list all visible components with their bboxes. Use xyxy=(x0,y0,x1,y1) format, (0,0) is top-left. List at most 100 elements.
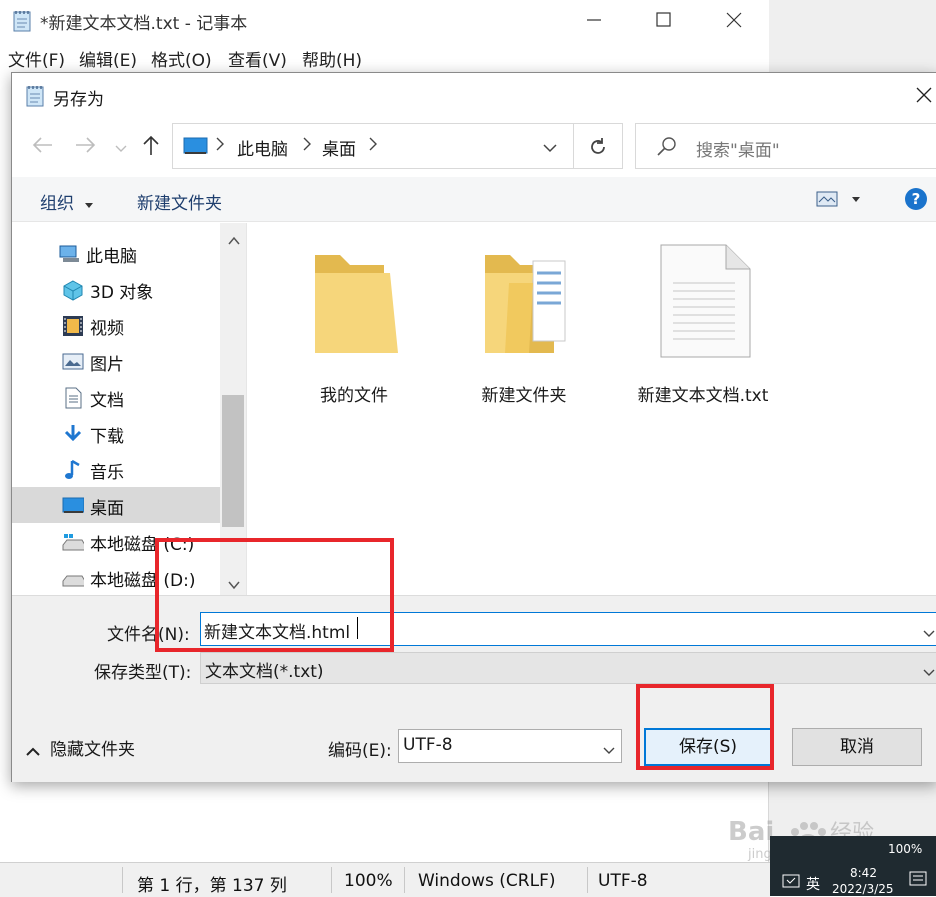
computer-icon xyxy=(59,245,79,262)
nav-this-pc[interactable]: 此电脑 xyxy=(44,237,240,271)
breadcrumb-separator-icon xyxy=(302,136,312,157)
status-divider xyxy=(404,867,405,893)
taskbar: 英 8:42 2022/3/25 100% xyxy=(770,836,936,896)
status-divider xyxy=(587,867,588,893)
picture-icon xyxy=(62,353,84,370)
status-cursor-position: 第 1 行，第 137 列 xyxy=(137,876,287,896)
file-item-my-files[interactable]: 我的文件 xyxy=(288,243,438,413)
desktop-icon xyxy=(183,137,208,154)
nav-music[interactable]: 音乐 xyxy=(48,453,244,487)
nav-scrollbar-thumb[interactable] xyxy=(222,395,244,527)
hide-folders-label: 隐藏文件夹 xyxy=(50,740,135,760)
file-item-label: 新建文本文档.txt xyxy=(637,386,769,406)
breadcrumb-separator-icon xyxy=(215,136,225,157)
organize-label: 组织 xyxy=(40,194,74,214)
search-input[interactable]: 搜索"桌面" xyxy=(635,123,936,169)
up-arrow-icon[interactable] xyxy=(140,133,162,162)
menu-view[interactable]: 查看(V) xyxy=(228,46,287,71)
action-center-icon[interactable] xyxy=(782,874,800,895)
refresh-button[interactable] xyxy=(573,123,623,169)
download-icon xyxy=(64,425,82,442)
forward-arrow-icon[interactable] xyxy=(74,135,98,160)
notepad-status-bar: 第 1 行，第 137 列 100% Windows (CRLF) UTF-8 xyxy=(0,862,770,897)
music-note-icon xyxy=(65,459,80,479)
new-folder-button[interactable]: 新建文件夹 xyxy=(137,189,222,214)
status-encoding: UTF-8 xyxy=(598,871,648,891)
nav-downloads[interactable]: 下载 xyxy=(48,417,244,451)
nav-pictures[interactable]: 图片 xyxy=(48,345,244,379)
menu-help[interactable]: 帮助(H) xyxy=(302,46,362,71)
nav-documents[interactable]: 文档 xyxy=(48,381,244,415)
status-line-ending: Windows (CRLF) xyxy=(418,871,556,891)
save-as-dialog: 另存为 此电脑 桌面 搜索"桌面" 组织 新建文件夹 ? 此电脑 3D 对象 视… xyxy=(11,72,936,782)
nav-label: 此电脑 xyxy=(86,247,137,267)
film-icon xyxy=(63,316,83,336)
address-row: 此电脑 桌面 搜索"桌面" xyxy=(12,117,936,175)
notepad-titlebar: *新建文本文档.txt - 记事本 xyxy=(0,0,768,40)
svg-text:Bai: Bai xyxy=(728,817,774,847)
encoding-value: UTF-8 xyxy=(403,735,453,755)
file-item-new-folder[interactable]: 新建文件夹 xyxy=(458,243,608,413)
scroll-up-chevron-icon[interactable] xyxy=(228,231,240,251)
filetype-select[interactable]: 文本文档(*.txt) xyxy=(200,652,936,684)
dialog-title: 另存为 xyxy=(53,90,104,110)
notification-icon[interactable] xyxy=(908,870,928,893)
svg-text:?: ? xyxy=(912,190,921,208)
search-placeholder: 搜索"桌面" xyxy=(696,141,780,161)
status-divider xyxy=(331,867,332,893)
filename-dropdown-chevron-icon[interactable] xyxy=(923,624,935,644)
filename-highlight-box xyxy=(155,538,394,652)
address-dropdown-chevron-icon[interactable] xyxy=(542,140,558,160)
minimize-icon[interactable] xyxy=(582,8,606,32)
nav-videos[interactable]: 视频 xyxy=(48,309,244,343)
dialog-close-icon[interactable] xyxy=(912,83,936,107)
filetype-label: 保存类型(T): xyxy=(94,663,192,683)
help-icon[interactable]: ? xyxy=(904,187,928,216)
hide-folders-toggle[interactable]: 隐藏文件夹 xyxy=(26,740,135,762)
encoding-dropdown-chevron-icon[interactable] xyxy=(603,741,615,761)
drive-icon xyxy=(62,575,84,587)
view-options-icon[interactable] xyxy=(816,191,860,212)
menu-edit[interactable]: 编辑(E) xyxy=(79,46,137,71)
close-icon[interactable] xyxy=(722,8,746,32)
folder-with-documents-icon xyxy=(485,255,566,353)
maximize-icon[interactable] xyxy=(652,8,676,32)
notepad-menubar: 文件(F) 编辑(E) 格式(O) 查看(V) 帮助(H) xyxy=(0,40,768,72)
menu-file[interactable]: 文件(F) xyxy=(8,46,65,71)
cube-icon xyxy=(63,280,83,301)
breadcrumb-desktop[interactable]: 桌面 xyxy=(322,135,356,160)
nav-label: 视频 xyxy=(90,319,124,339)
save-options-area: 文件名(N): 新建文本文档.html 保存类型(T): 文本文档(*.txt)… xyxy=(12,595,936,782)
folder-icon xyxy=(315,255,398,353)
system-drive-icon xyxy=(62,534,84,551)
ime-indicator[interactable]: 英 xyxy=(806,874,820,894)
save-button-highlight-box xyxy=(636,684,774,770)
nav-label: 图片 xyxy=(90,355,124,375)
recent-locations-chevron-icon[interactable] xyxy=(115,139,127,159)
nav-desktop[interactable]: 桌面 xyxy=(48,489,244,523)
back-arrow-icon[interactable] xyxy=(30,135,54,160)
clock-date[interactable]: 2022/3/25 xyxy=(832,882,894,896)
cancel-button[interactable]: 取消 xyxy=(792,728,922,766)
file-item-label: 我的文件 xyxy=(320,386,388,406)
breadcrumb-this-pc[interactable]: 此电脑 xyxy=(237,135,288,160)
filetype-dropdown-chevron-icon[interactable] xyxy=(923,663,935,683)
dialog-titlebar: 另存为 xyxy=(12,73,936,117)
notepad-title: *新建文本文档.txt - 记事本 xyxy=(40,14,248,34)
organize-button[interactable]: 组织 xyxy=(40,189,94,214)
dialog-toolbar: 组织 新建文件夹 ? xyxy=(12,177,936,222)
menu-format[interactable]: 格式(O) xyxy=(151,46,212,71)
text-file-icon xyxy=(660,244,751,358)
address-bar[interactable]: 此电脑 桌面 xyxy=(172,123,584,169)
encoding-label: 编码(E): xyxy=(328,741,392,761)
file-item-text-document[interactable]: 新建文本文档.txt xyxy=(618,243,788,413)
zoom-indicator: 100% xyxy=(888,842,923,856)
nav-3d-objects[interactable]: 3D 对象 xyxy=(48,273,244,307)
clock-time[interactable]: 8:42 xyxy=(850,866,877,880)
status-zoom: 100% xyxy=(344,871,393,891)
nav-label: 音乐 xyxy=(90,463,124,483)
encoding-select[interactable]: UTF-8 xyxy=(398,729,622,763)
notepad-icon xyxy=(13,11,31,32)
search-icon xyxy=(657,137,676,156)
nav-label: 下载 xyxy=(90,427,124,447)
